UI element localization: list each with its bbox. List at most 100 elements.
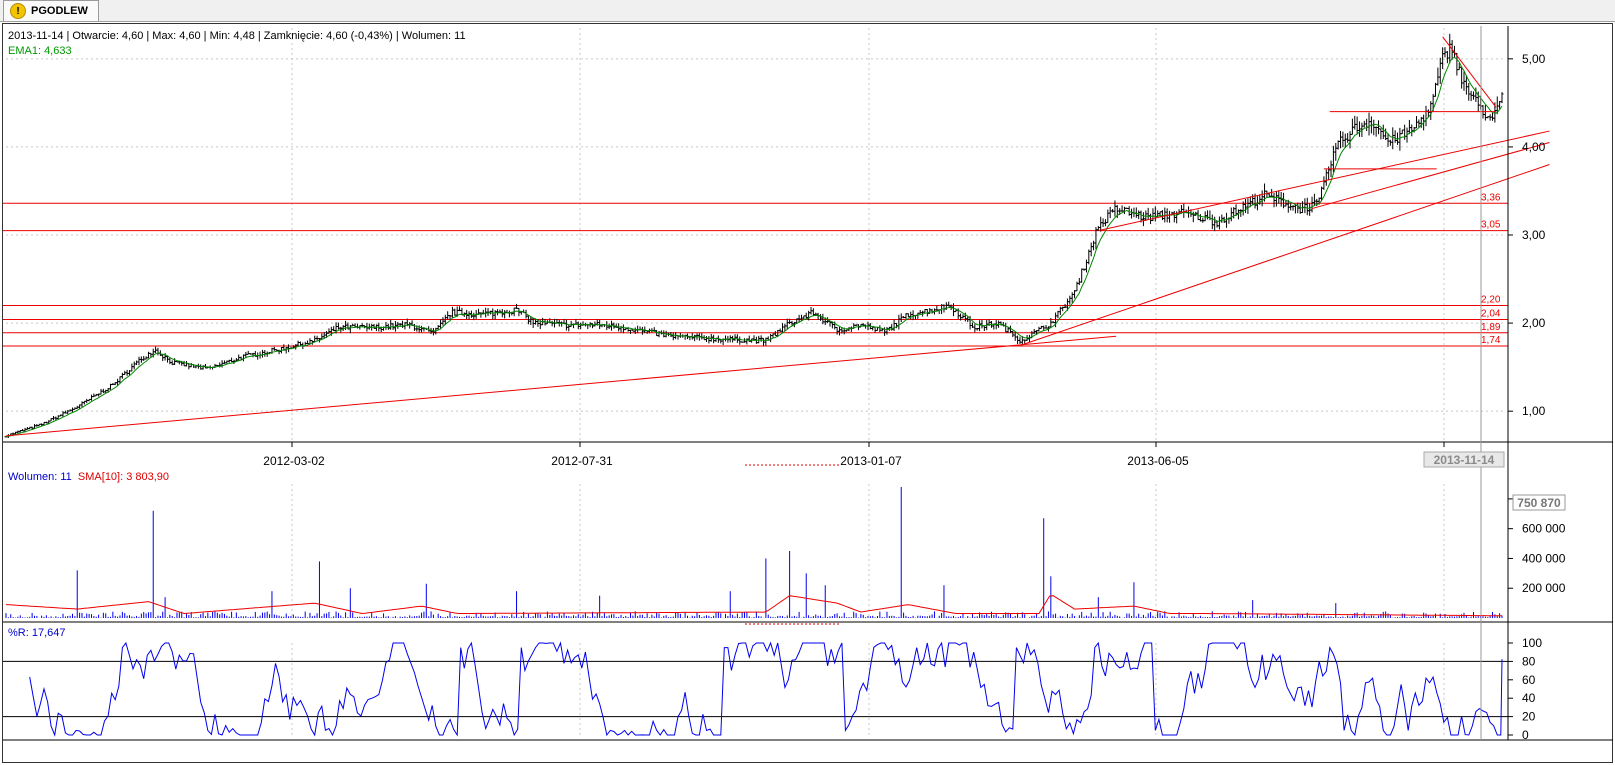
trend-line bbox=[1098, 130, 1550, 232]
ohlc-bar bbox=[1080, 268, 1084, 283]
ohlc-bar bbox=[1027, 334, 1031, 342]
ohlc-bar bbox=[1246, 198, 1250, 214]
ohlc-bar bbox=[564, 319, 568, 331]
ohlc-bar bbox=[450, 306, 454, 319]
ohlc-bar bbox=[1092, 240, 1096, 251]
ohlc-bar bbox=[980, 319, 984, 329]
ohlc-bar bbox=[1016, 335, 1020, 345]
ohlc-bar bbox=[569, 320, 573, 327]
ohlc-bar bbox=[1018, 336, 1022, 345]
volume-last-label: 750 870 bbox=[1517, 496, 1561, 510]
ohlc-bar bbox=[1331, 145, 1335, 173]
ohlc-bar bbox=[1491, 112, 1495, 121]
level-label: 2,04 bbox=[1481, 309, 1501, 320]
volume-label: Wolumen: 11 bbox=[8, 471, 72, 483]
ohlc-bar bbox=[724, 335, 728, 342]
chart-canvas[interactable]: 3,36 3,05 2,20 2,04 1,89 1,74 2012-03-02 2012-… bbox=[0, 0, 1615, 765]
ohlc-bar bbox=[890, 324, 894, 331]
ohlc-bar bbox=[1355, 116, 1359, 135]
ohlc-bar bbox=[807, 310, 811, 321]
ohlc-bar bbox=[978, 320, 982, 332]
sma-label: SMA[10]: 3 803,90 bbox=[77, 471, 170, 483]
ohlc-bar bbox=[1374, 126, 1378, 137]
volume-tick-label: 200 000 bbox=[1522, 581, 1566, 595]
ohlc-bar bbox=[567, 324, 571, 332]
level-label: 2,20 bbox=[1481, 294, 1501, 305]
sma-line bbox=[5, 595, 1503, 617]
ohlc-bar bbox=[652, 327, 656, 332]
ohlc-bar bbox=[700, 333, 704, 340]
ohlc-bar bbox=[1106, 209, 1110, 224]
ohlc-bar bbox=[101, 388, 105, 394]
ohlc-bar bbox=[1215, 220, 1219, 228]
ohlc-bar bbox=[1146, 207, 1150, 220]
ohlc-bar bbox=[1334, 142, 1338, 161]
ohlc-bar bbox=[1303, 198, 1307, 214]
ohlc-bar bbox=[1004, 322, 1008, 333]
ohlc-bar bbox=[1391, 127, 1395, 150]
ohlc-bar bbox=[928, 307, 932, 314]
x-tick-label: 2012-07-31 bbox=[551, 454, 613, 468]
grid-layer bbox=[6, 28, 1504, 738]
volume-tick-label: 400 000 bbox=[1522, 551, 1566, 565]
ohlc-bar bbox=[1312, 193, 1316, 207]
trend-line bbox=[1442, 36, 1497, 108]
ohlc-bar bbox=[1308, 203, 1312, 216]
level-label: 1,89 bbox=[1481, 322, 1501, 333]
ohlc-bar bbox=[401, 320, 405, 328]
ohlc-bar bbox=[1225, 212, 1229, 228]
x-tick-label: 2013-01-07 bbox=[840, 454, 902, 468]
ohlc-bar bbox=[467, 311, 471, 320]
ohlc-bar bbox=[738, 336, 742, 345]
ohlc-bar bbox=[982, 325, 986, 332]
ohlc-readout: 2013-11-14 | Otwarcie: 4,60 | Max: 4,60 … bbox=[8, 30, 466, 42]
ohlc-bar bbox=[897, 314, 901, 330]
ohlc-bar bbox=[785, 318, 789, 330]
ohlc-bar bbox=[503, 310, 507, 319]
ohlc-bar bbox=[780, 323, 784, 333]
ohlc-bar bbox=[1168, 210, 1172, 223]
trend-line bbox=[5, 335, 1117, 437]
volume-readout: Wolumen: 11 SMA[10]: 3 803,90 bbox=[8, 471, 169, 483]
ohlc-bar bbox=[125, 369, 129, 376]
candles-layer bbox=[4, 33, 1504, 438]
ohlc-bar bbox=[1011, 330, 1015, 338]
ohlc-bar bbox=[1260, 190, 1264, 207]
volume-tick-label: 600 000 bbox=[1522, 522, 1566, 536]
wr-tick-label: 40 bbox=[1522, 691, 1536, 705]
ohlc-bar bbox=[80, 401, 84, 408]
ohlc-bar bbox=[135, 360, 139, 366]
ohlc-bar bbox=[132, 361, 136, 370]
ohlc-bar bbox=[120, 372, 124, 379]
ohlc-bar bbox=[671, 332, 675, 341]
ohlc-bar bbox=[1130, 208, 1134, 219]
wr-tick-label: 0 bbox=[1522, 728, 1529, 742]
ohlc-bar bbox=[873, 326, 877, 333]
ema-layer bbox=[5, 56, 1503, 438]
ohlc-bar bbox=[1137, 210, 1141, 220]
ohlc-bar bbox=[1217, 216, 1221, 230]
ohlc-bar bbox=[1346, 133, 1350, 143]
ohlc-bar bbox=[1350, 118, 1354, 135]
ohlc-bar bbox=[1400, 129, 1404, 135]
ohlc-bar bbox=[576, 321, 580, 330]
level-label: 1,74 bbox=[1481, 335, 1501, 346]
wr-tick-label: 100 bbox=[1522, 636, 1542, 650]
ohlc-bar bbox=[1070, 292, 1074, 303]
ohlc-bar bbox=[315, 335, 319, 341]
ohlc-bar bbox=[1182, 203, 1186, 218]
ohlc-bar bbox=[130, 363, 134, 372]
volume-layer bbox=[5, 486, 1503, 618]
ohlc-bar bbox=[1341, 131, 1345, 148]
ohlc-bar bbox=[1436, 67, 1440, 86]
trendlines-layer bbox=[5, 36, 1550, 437]
price-tick-label: 5,00 bbox=[1522, 52, 1546, 66]
price-tick-label: 3,00 bbox=[1522, 228, 1546, 242]
ohlc-bar bbox=[1305, 197, 1309, 216]
ohlc-bar bbox=[849, 326, 853, 332]
wr-line bbox=[29, 641, 1503, 737]
ohlc-bar bbox=[1365, 118, 1369, 131]
ohlc-bar bbox=[1379, 128, 1383, 140]
ohlc-bar bbox=[1448, 33, 1452, 64]
ohlc-bar bbox=[137, 356, 141, 366]
